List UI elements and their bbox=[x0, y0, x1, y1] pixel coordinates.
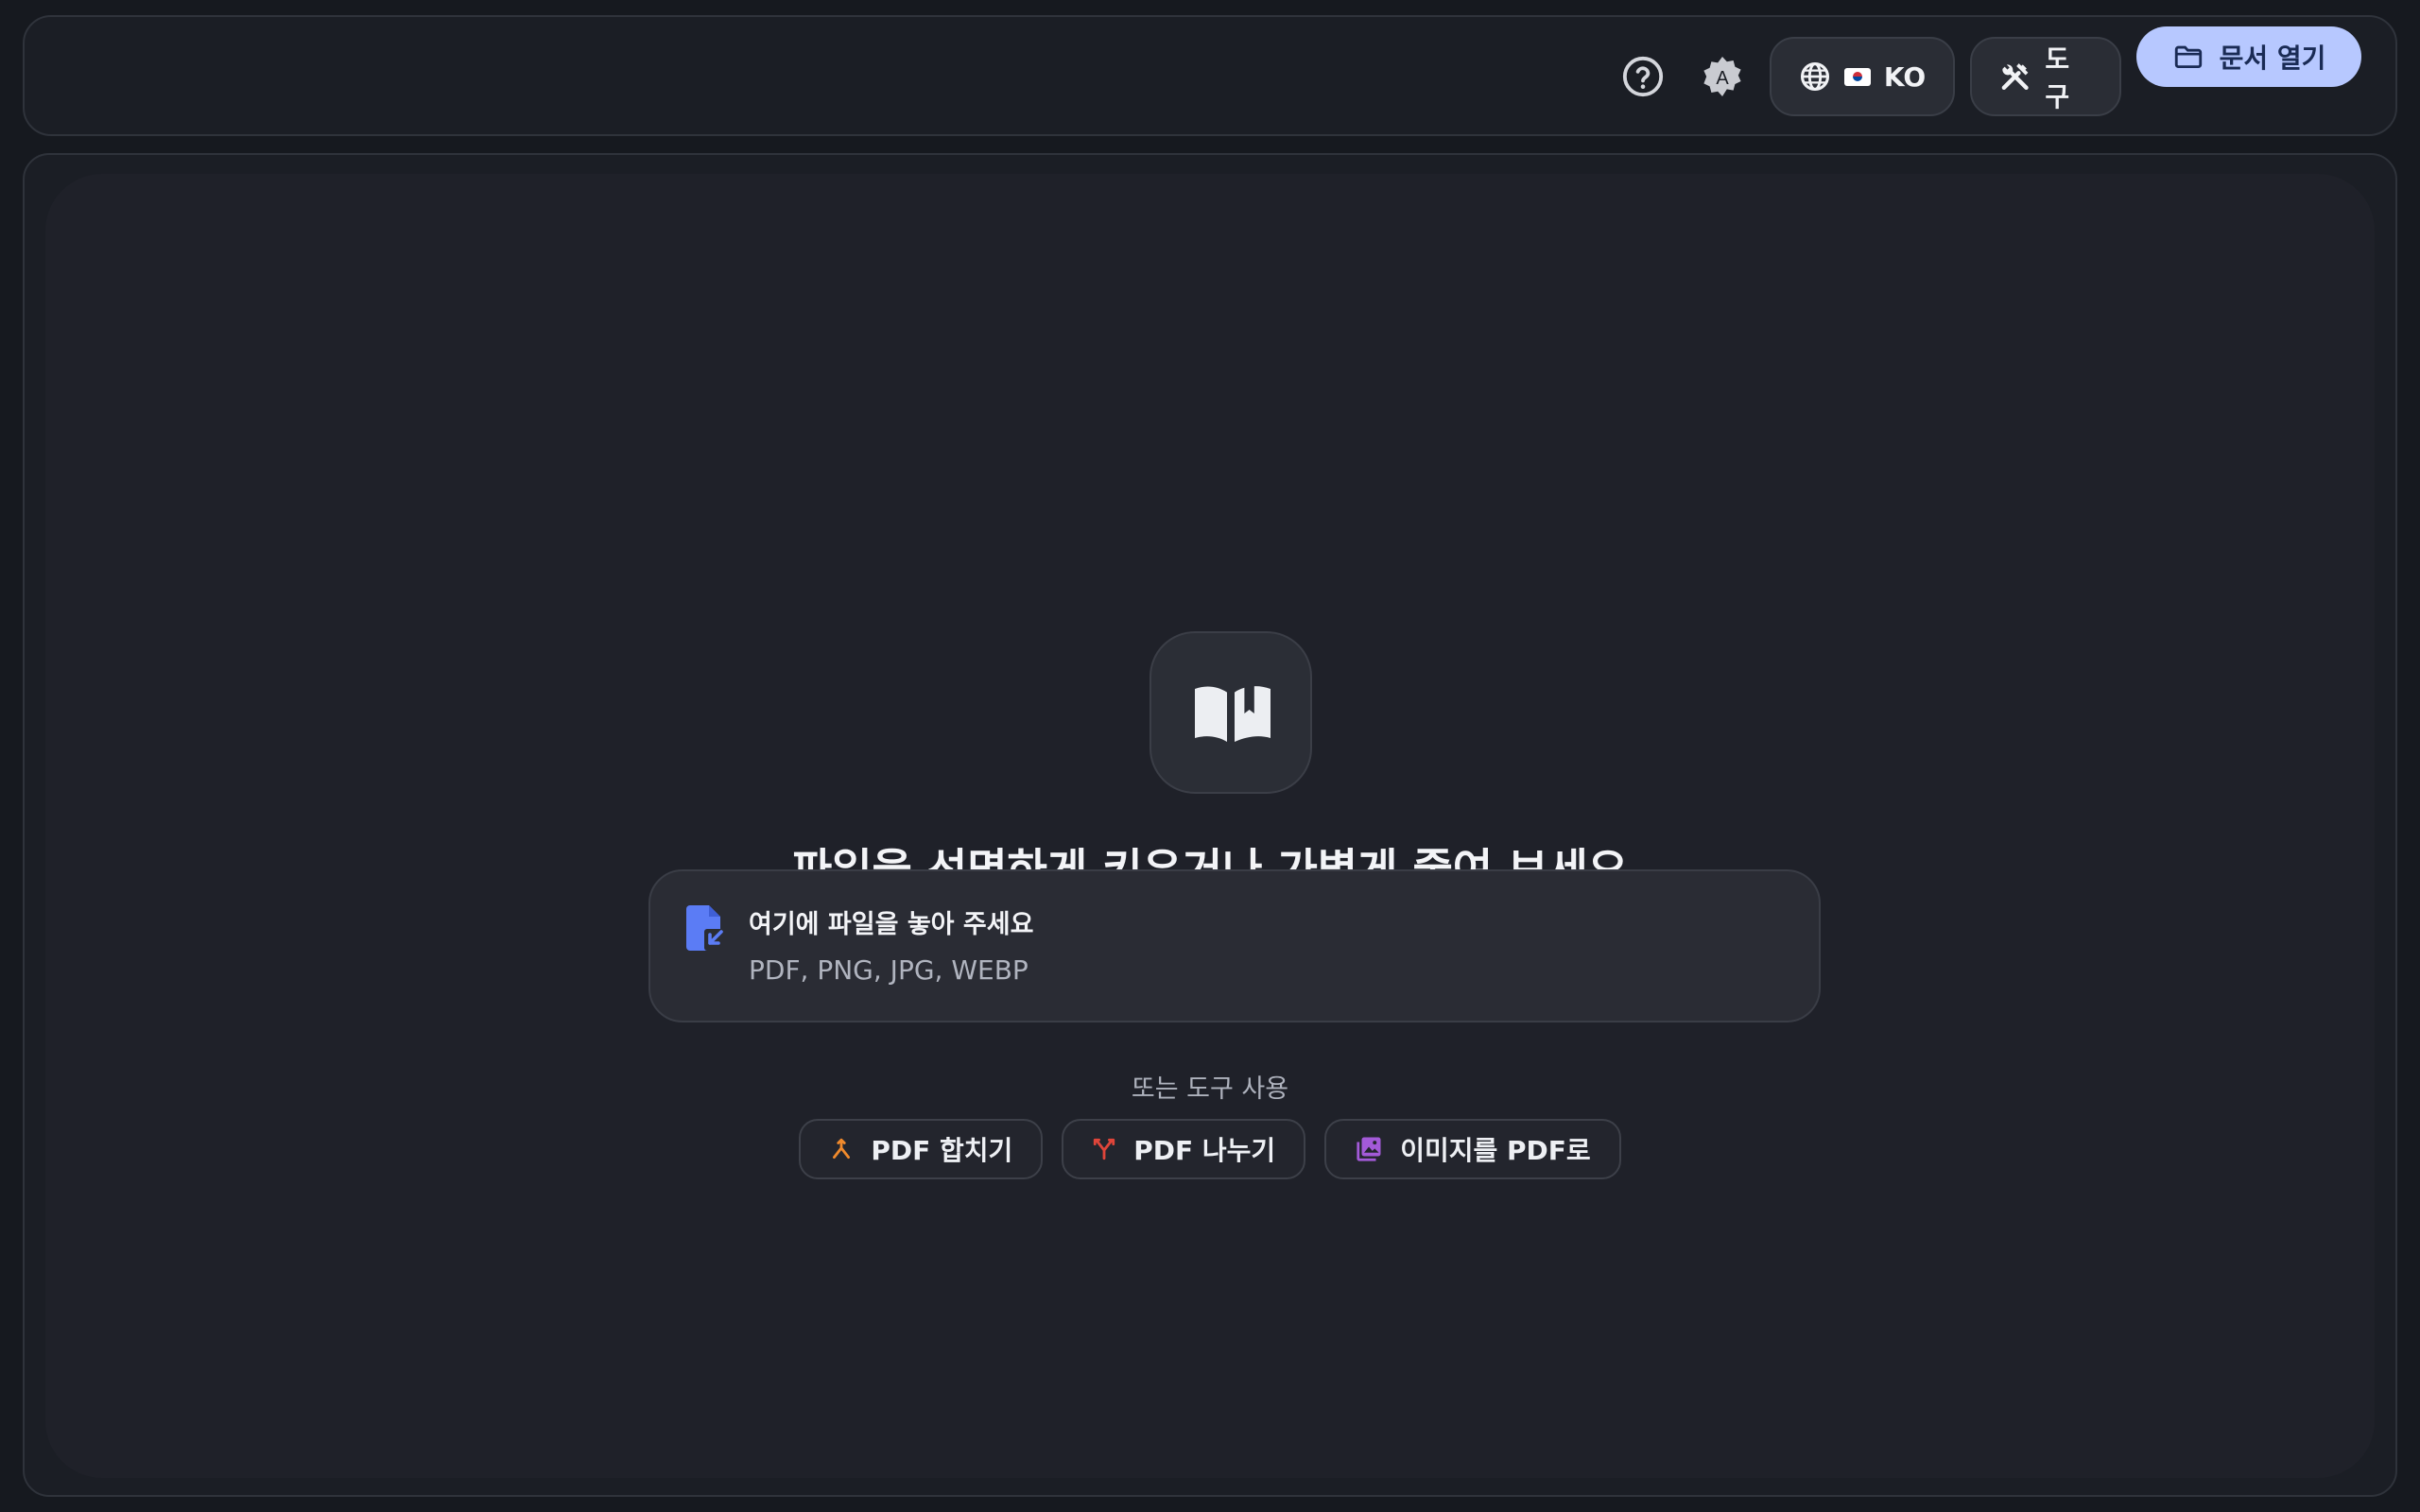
help-button[interactable] bbox=[1611, 44, 1675, 109]
quick-tools: PDF 합치기 PDF 나누기 이미지를 PDF로 bbox=[45, 1119, 2375, 1179]
tools-label: 도구 bbox=[2045, 43, 2070, 112]
image-stack-icon bbox=[1357, 1137, 1381, 1161]
open-document-label: 문서 열기 bbox=[2219, 43, 2326, 74]
language-selector[interactable]: KO bbox=[1770, 37, 1955, 116]
split-pdf-button[interactable]: PDF 나누기 bbox=[1062, 1119, 1306, 1179]
folder-icon bbox=[2174, 45, 2202, 69]
kr-flag-icon bbox=[1843, 67, 1871, 86]
tools-icon bbox=[2001, 63, 2029, 91]
merge-icon bbox=[833, 1138, 851, 1160]
theme-toggle-button[interactable]: A bbox=[1690, 44, 1754, 109]
top-bar: A KO 도구 문서 열기 bbox=[23, 15, 2397, 136]
tools-button[interactable]: 도구 bbox=[1970, 37, 2121, 116]
auto-theme-icon: A bbox=[1703, 57, 1741, 96]
or-use-tools-label: 또는 도구 사용 bbox=[1131, 1074, 1289, 1104]
merge-pdf-button[interactable]: PDF 합치기 bbox=[799, 1119, 1044, 1179]
help-circle-icon bbox=[1622, 56, 1664, 97]
open-book-icon bbox=[1195, 686, 1270, 742]
image-to-pdf-label: 이미지를 PDF로 bbox=[1400, 1135, 1591, 1166]
globe-icon bbox=[1800, 61, 1829, 92]
file-dropzone[interactable]: 여기에 파일을 놓아 주세요 PDF, PNG, JPG, WEBP bbox=[648, 869, 1821, 1022]
top-bar-actions: A KO 도구 문서 열기 bbox=[1611, 26, 2361, 117]
svg-text:A: A bbox=[1716, 68, 1729, 89]
dropzone-title: 여기에 파일을 놓아 주세요 bbox=[749, 910, 1034, 939]
upload-area: 파일을 선명하게 키우거나 가볍게 줄여 보세요 파일을 여기에 놓으면 바로 … bbox=[45, 174, 2375, 1478]
main-panel: 파일을 선명하게 키우거나 가볍게 줄여 보세요 파일을 여기에 놓으면 바로 … bbox=[23, 153, 2397, 1497]
image-to-pdf-button[interactable]: 이미지를 PDF로 bbox=[1324, 1119, 1621, 1179]
dropzone-file-types: PDF, PNG, JPG, WEBP bbox=[749, 954, 1028, 986]
file-import-icon bbox=[686, 905, 724, 951]
split-pdf-label: PDF 나누기 bbox=[1133, 1135, 1276, 1166]
open-document-button[interactable]: 문서 열기 bbox=[2136, 26, 2361, 87]
split-icon bbox=[1094, 1138, 1115, 1160]
hero-icon-tile bbox=[1150, 631, 1312, 794]
language-code: KO bbox=[1883, 60, 1927, 93]
merge-pdf-label: PDF 합치기 bbox=[871, 1135, 1013, 1166]
